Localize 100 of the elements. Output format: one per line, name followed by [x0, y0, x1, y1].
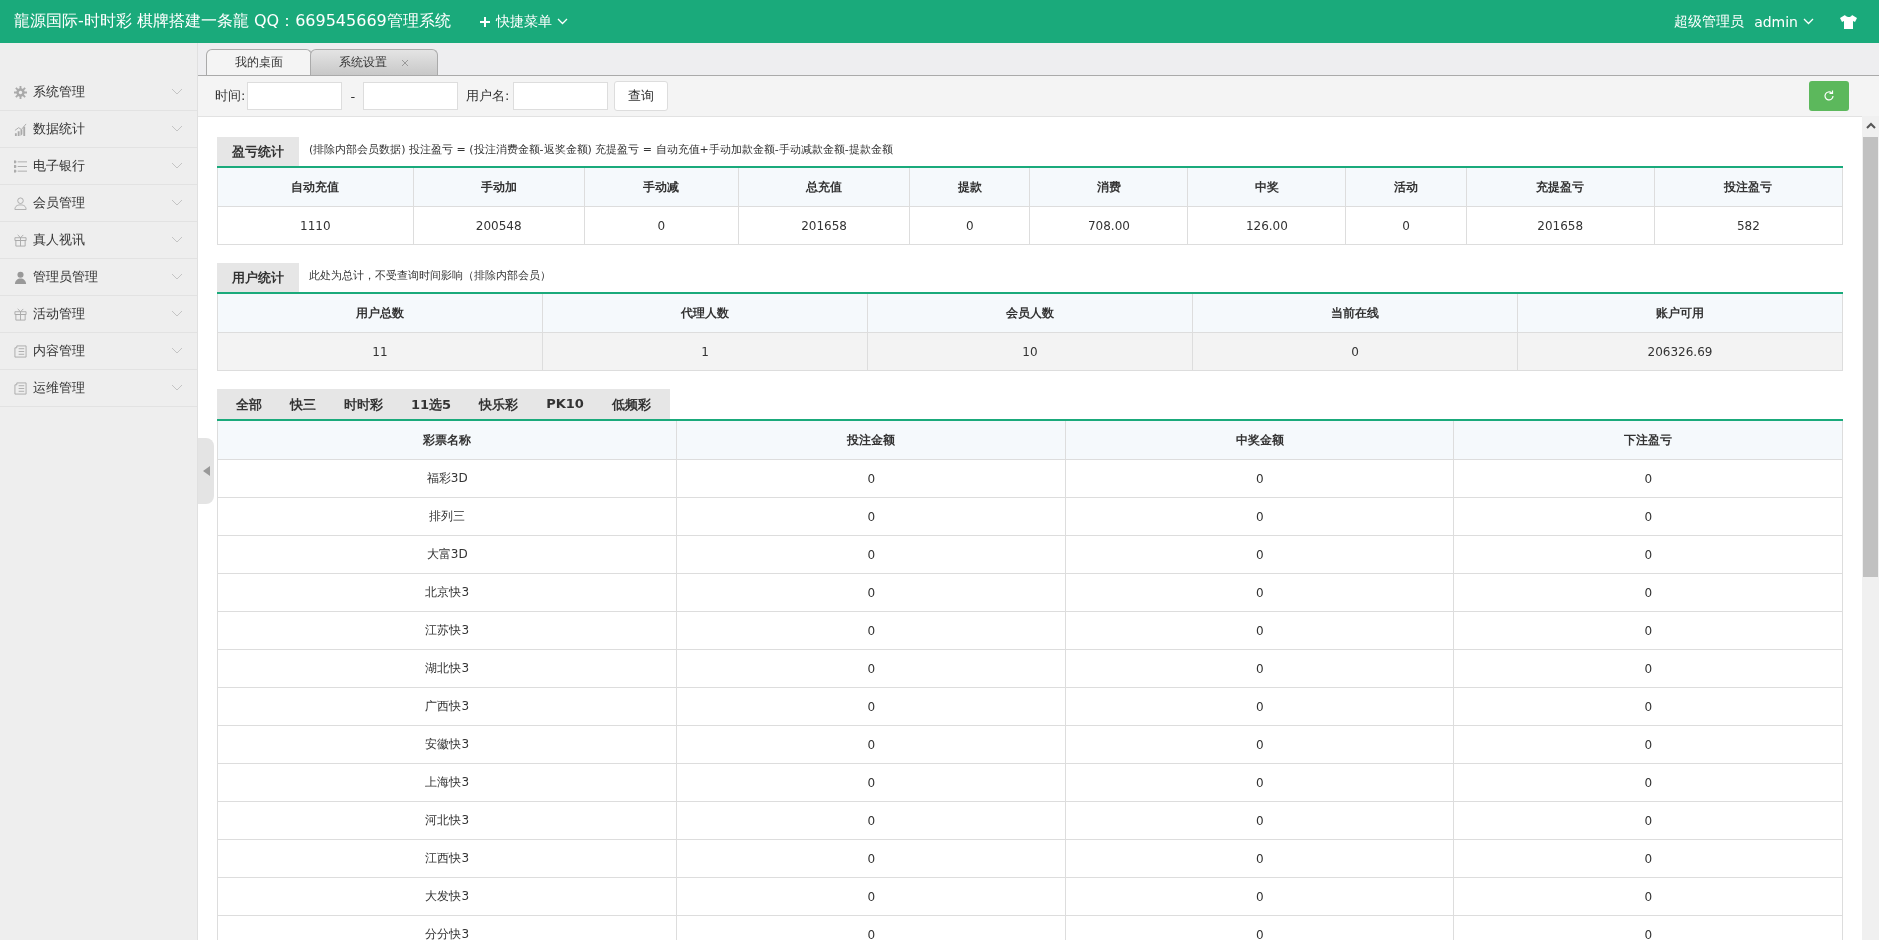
table-cell: 0 — [676, 497, 1066, 536]
column-header: 提款 — [909, 168, 1030, 207]
table-cell: 1 — [542, 332, 868, 371]
table-cell: 湖北快3 — [217, 649, 677, 688]
table-cell: 0 — [1065, 839, 1454, 878]
table-cell: 0 — [1453, 497, 1843, 536]
time-label: 时间: — [215, 87, 246, 105]
table-cell: 0 — [1453, 573, 1843, 612]
category-tab[interactable]: 快乐彩 — [465, 389, 533, 419]
table-cell: 大发快3 — [217, 877, 677, 916]
column-header: 下注盈亏 — [1453, 421, 1843, 460]
person-icon — [14, 196, 27, 210]
chevron-down-icon — [171, 236, 183, 244]
collapse-handle[interactable] — [198, 438, 214, 504]
sidebar-item[interactable]: 会员管理 — [0, 185, 197, 222]
table-cell: 安徽快3 — [217, 725, 677, 764]
table-cell: 排列三 — [217, 497, 677, 536]
column-header: 总充值 — [738, 168, 910, 207]
table-cell: 0 — [1453, 877, 1843, 916]
category-tab[interactable]: 11选5 — [397, 389, 466, 419]
table-cell: 0 — [1065, 459, 1454, 498]
category-tab[interactable]: 时时彩 — [330, 389, 397, 419]
table-cell: 200548 — [413, 206, 585, 245]
column-header: 充提盈亏 — [1466, 168, 1655, 207]
table-cell: 0 — [1192, 332, 1518, 371]
column-header: 彩票名称 — [217, 421, 677, 460]
chevron-down-icon — [1803, 18, 1814, 25]
table-cell: 0 — [584, 206, 739, 245]
column-header: 手动减 — [584, 168, 739, 207]
column-header: 活动 — [1345, 168, 1467, 207]
table-cell: 0 — [676, 687, 1066, 726]
sidebar-item[interactable]: 数据统计 — [0, 111, 197, 148]
column-header: 投注盈亏 — [1654, 168, 1843, 207]
table-cell: 上海快3 — [217, 763, 677, 802]
category-tab[interactable]: 低频彩 — [597, 389, 665, 419]
column-header: 用户总数 — [217, 294, 543, 333]
table-cell: 0 — [1065, 573, 1454, 612]
close-icon[interactable] — [401, 58, 409, 67]
table-cell: 0 — [1345, 206, 1467, 245]
tshirt-icon[interactable] — [1840, 14, 1857, 29]
category-tab[interactable]: 快三 — [276, 389, 330, 419]
table-cell: 0 — [1453, 725, 1843, 764]
table-cell: 0 — [1065, 725, 1454, 764]
sidebar-item[interactable]: 系统管理 — [0, 74, 197, 111]
section-title: 用户统计 — [217, 263, 299, 292]
username-label: 用户名: — [466, 87, 510, 105]
table-cell: 0 — [676, 725, 1066, 764]
table-cell: 0 — [1453, 649, 1843, 688]
table-cell: 分分快3 — [217, 915, 677, 940]
tab[interactable]: 系统设置 — [310, 49, 438, 75]
chevron-down-icon — [171, 273, 183, 281]
table-cell: 0 — [909, 206, 1030, 245]
search-button[interactable]: 查询 — [614, 81, 669, 111]
gift-icon — [14, 307, 27, 321]
sidebar-item[interactable]: 运维管理 — [0, 370, 197, 407]
table-cell: 0 — [1453, 687, 1843, 726]
table-cell: 广西快3 — [217, 687, 677, 726]
chevron-down-icon — [556, 18, 568, 25]
refresh-button[interactable] — [1809, 81, 1849, 111]
column-header: 中奖 — [1187, 168, 1346, 207]
table-cell: 江西快3 — [217, 839, 677, 878]
scroll-up-icon[interactable] — [1865, 122, 1876, 129]
table-cell: 0 — [676, 801, 1066, 840]
column-header: 中奖金额 — [1065, 421, 1454, 460]
table-cell: 0 — [1453, 801, 1843, 840]
table-cell: 0 — [1453, 535, 1843, 574]
chevron-down-icon — [171, 88, 183, 96]
column-header: 代理人数 — [542, 294, 868, 333]
table-cell: 582 — [1654, 206, 1843, 245]
table-cell: 0 — [1065, 535, 1454, 574]
table-cell: 0 — [676, 459, 1066, 498]
sidebar-item[interactable]: 电子银行 — [0, 148, 197, 185]
column-header: 当前在线 — [1192, 294, 1518, 333]
username-field[interactable] — [513, 82, 609, 110]
table-cell: 江苏快3 — [217, 611, 677, 650]
table-cell: 0 — [1065, 877, 1454, 916]
table-cell: 0 — [676, 573, 1066, 612]
bar-chart-icon — [14, 122, 27, 136]
scrollbar[interactable] — [1862, 116, 1879, 940]
end-date-field[interactable] — [363, 82, 459, 110]
table-cell: 0 — [1065, 649, 1454, 688]
column-header: 消费 — [1029, 168, 1188, 207]
table-cell: 0 — [1453, 459, 1843, 498]
chevron-down-icon — [171, 384, 183, 392]
category-tab[interactable]: 全部 — [222, 389, 276, 419]
table-cell: 0 — [1065, 497, 1454, 536]
document-icon — [14, 381, 27, 395]
gift-icon — [14, 233, 27, 247]
table-cell: 0 — [676, 611, 1066, 650]
start-date-field[interactable] — [247, 82, 343, 110]
table-cell: 0 — [1453, 839, 1843, 878]
sidebar-item[interactable]: 内容管理 — [0, 333, 197, 370]
tab[interactable]: 我的桌面 — [206, 49, 312, 75]
sidebar-item[interactable]: 活动管理 — [0, 296, 197, 333]
scroll-thumb[interactable] — [1863, 137, 1878, 577]
sidebar-item[interactable]: 管理员管理 — [0, 259, 197, 296]
column-header: 自动充值 — [217, 168, 414, 207]
table-cell: 201658 — [738, 206, 910, 245]
sidebar-item[interactable]: 真人视讯 — [0, 222, 197, 259]
category-tab[interactable]: PK10 — [532, 389, 598, 419]
